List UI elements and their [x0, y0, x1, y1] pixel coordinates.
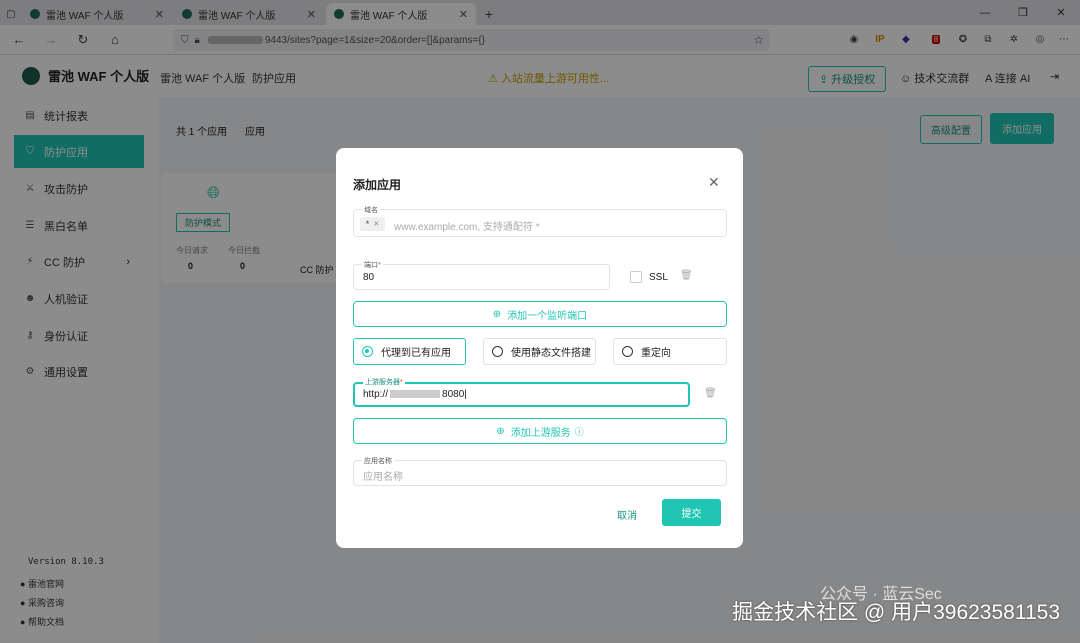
modal-title: 添加应用 [353, 178, 402, 192]
add-port-label: 添加一个监听端口 [507, 310, 588, 322]
radio-dot [622, 346, 633, 357]
radio-dot [362, 346, 373, 357]
port-label: 端口* [362, 260, 383, 270]
add-port-button[interactable]: ⊕ 添加一个监听端口 [353, 301, 727, 327]
domain-field[interactable]: 域名 * ✕ www.example.com, 支持通配符 * [353, 205, 727, 237]
app-name-label: 应用名称 [362, 456, 394, 466]
juejin-watermark: 掘金技术社区 @ 用户3962358115​3 [732, 601, 1060, 624]
ssl-label: SSL [649, 272, 668, 283]
close-icon[interactable]: ✕ [708, 174, 720, 191]
radio-label: 代理到已有应用 [381, 348, 451, 359]
domain-label: 域名 [362, 205, 380, 215]
mode-static-radio[interactable]: 使用静态文件搭建 [483, 338, 596, 365]
upstream-label-text: 上游服务器 [365, 379, 400, 386]
chip-text: * [365, 219, 370, 229]
add-upstream-label: 添加上游服务 [510, 427, 571, 439]
port-label-text: 端口 [364, 262, 378, 269]
required-mark: * [400, 379, 403, 386]
port-field[interactable]: 端口* 80 [353, 260, 610, 290]
mode-redirect-radio[interactable]: 重定向 [613, 338, 727, 365]
app-name-field[interactable]: 应用名称 应用名称 [353, 456, 727, 486]
delete-port-icon[interactable]: 🗑︎ [680, 270, 693, 281]
plus-circle-icon: ⊕ [492, 308, 502, 320]
port-value: 80 [363, 272, 375, 283]
domain-chip[interactable]: * ✕ [360, 217, 385, 231]
submit-button[interactable]: 提交 [662, 499, 721, 526]
add-upstream-button[interactable]: ⊕ 添加上游服务 ⓘ [353, 418, 727, 444]
info-icon: ⓘ [574, 426, 584, 437]
add-app-modal: 添加应用 ✕ 域名 * ✕ www.example.com, 支持通配符 * 端口… [336, 148, 743, 548]
upstream-value: http://8080| [363, 389, 467, 400]
plus-circle-icon: ⊕ [496, 425, 505, 437]
domain-placeholder: www.example.com, 支持通配符 * [394, 222, 540, 233]
mode-proxy-radio[interactable]: 代理到已有应用 [353, 338, 466, 365]
radio-dot [492, 346, 503, 357]
delete-upstream-icon[interactable]: 🗑︎ [704, 388, 717, 399]
upstream-port: 8080 [442, 389, 465, 400]
radio-label: 重定向 [641, 348, 671, 359]
cancel-button[interactable]: 取消 [617, 507, 637, 522]
app-name-placeholder: 应用名称 [363, 472, 403, 483]
upstream-label: 上游服务器* [363, 377, 405, 387]
ssl-checkbox[interactable] [630, 271, 642, 283]
upstream-scheme: http:// [363, 389, 389, 400]
upstream-host-redacted [390, 390, 441, 399]
radio-label: 使用静态文件搭建 [511, 348, 591, 359]
chip-close-icon[interactable]: ✕ [373, 220, 379, 228]
upstream-field[interactable]: 上游服务器* http://8080| [353, 377, 690, 407]
required-mark: * [378, 262, 381, 269]
